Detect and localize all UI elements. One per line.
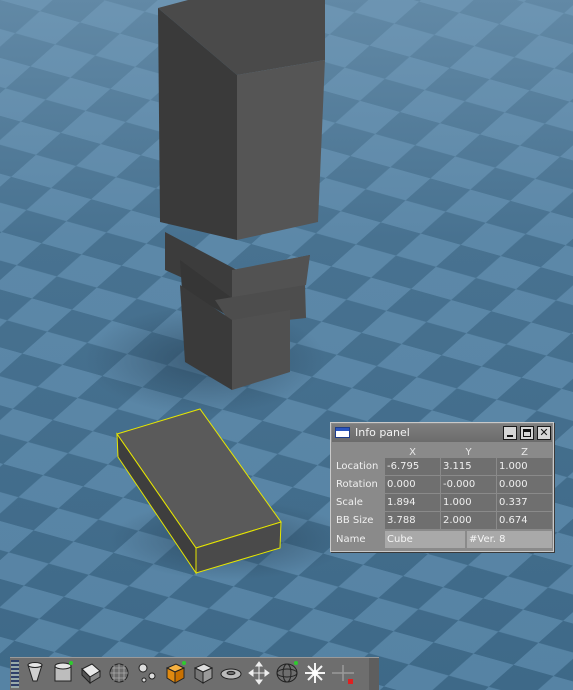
toolbar-grip[interactable]: [11, 660, 19, 688]
location-y-field[interactable]: 3.115: [441, 458, 496, 475]
scale-x-field[interactable]: 1.894: [385, 494, 440, 511]
torus-icon[interactable]: [218, 659, 244, 687]
scale-y-field[interactable]: 1.000: [441, 494, 496, 511]
rotation-z-field[interactable]: 0.000: [497, 476, 552, 493]
object-name-field[interactable]: Cube: [385, 531, 465, 548]
plane-icon[interactable]: [330, 659, 356, 687]
cylinder-icon[interactable]: [50, 659, 76, 687]
rotation-y-field[interactable]: -0.000: [441, 476, 496, 493]
close-icon: ✕: [539, 426, 549, 439]
minimize-icon: [507, 435, 513, 437]
minimize-button[interactable]: [503, 426, 517, 440]
location-z-field[interactable]: 1.000: [497, 458, 552, 475]
row-label-name: Name: [336, 534, 366, 545]
cube-icon[interactable]: [162, 659, 188, 687]
info-panel-title: Info panel: [355, 426, 410, 439]
maximize-button[interactable]: [520, 426, 534, 440]
bb-size-y-field: 2.000: [441, 512, 496, 529]
row-label-rotation: Rotation: [336, 479, 378, 490]
row-label-location: Location: [336, 461, 379, 472]
toolbar-scroll-button[interactable]: [369, 658, 379, 690]
info-panel-body: X Y Z Location -6.795 3.115 1.000 Rotati…: [333, 444, 552, 549]
box-icon[interactable]: [78, 659, 104, 687]
move-icon[interactable]: [246, 659, 272, 687]
row-label-bb-size: BB Size: [336, 515, 374, 526]
3d-viewport[interactable]: [0, 0, 573, 690]
grid-sphere-icon[interactable]: [106, 659, 132, 687]
info-panel-window[interactable]: Info panel ✕ X Y Z Location -6.795 3.115…: [330, 422, 554, 552]
rotation-x-field[interactable]: 0.000: [385, 476, 440, 493]
close-button[interactable]: ✕: [537, 426, 551, 440]
info-panel-titlebar[interactable]: Info panel ✕: [332, 424, 552, 442]
bb-size-x-field: 3.788: [385, 512, 440, 529]
point-lights-icon[interactable]: [134, 659, 160, 687]
row-label-scale: Scale: [336, 497, 363, 508]
sun-icon[interactable]: [302, 659, 328, 687]
object-toolbar: [10, 657, 379, 690]
location-x-field[interactable]: -6.795: [385, 458, 440, 475]
rotate-icon[interactable]: [274, 659, 300, 687]
cone-icon[interactable]: [22, 659, 48, 687]
vertex-count: #Ver. 8: [467, 531, 552, 548]
box-icon[interactable]: [190, 659, 216, 687]
maximize-icon: [523, 429, 531, 437]
window-icon: [335, 427, 350, 438]
scale-z-field[interactable]: 0.337: [497, 494, 552, 511]
bb-size-z-field: 0.674: [497, 512, 552, 529]
